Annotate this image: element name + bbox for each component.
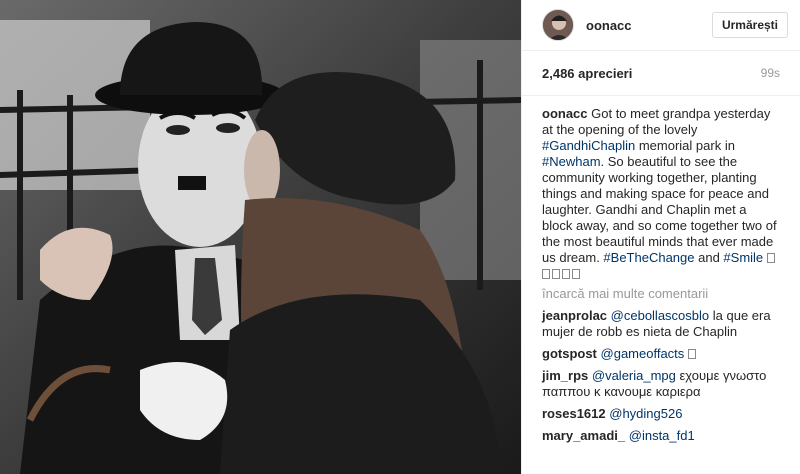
post-sidebar: oonacc Urmărești 2,486 aprecieri 99s oon… [521,0,800,474]
caption: oonacc Got to meet grandpa yesterday at … [542,106,780,282]
comment-mention[interactable]: @gameoffacts [601,346,685,361]
photo-illustration [0,0,521,474]
post-age[interactable]: 99s [761,66,780,80]
caption-text-3: . So beautiful to see the community work… [542,154,777,265]
comment-username[interactable]: roses1612 [542,406,606,421]
post-stats: 2,486 aprecieri 99s [522,51,800,96]
comment-username[interactable]: gotspost [542,346,597,361]
comment-username[interactable]: jim_rps [542,368,588,383]
comment-item: gotspost @gameoffacts [542,346,780,362]
comment-mention[interactable]: @hyding526 [609,406,682,421]
hashtag-link[interactable]: #Newham [542,154,601,169]
avatar[interactable] [542,9,574,41]
post-view: oonacc Urmărești 2,486 aprecieri 99s oon… [0,0,800,474]
caption-text-4: and [694,250,724,265]
hashtag-link[interactable]: #BeTheChange [603,250,694,265]
comment-mention[interactable]: @valeria_mpg [592,368,676,383]
post-photo[interactable] [0,0,521,474]
post-header: oonacc Urmărești [522,0,800,51]
likes-count[interactable]: 2,486 aprecieri [542,66,632,81]
comment-mention[interactable]: @insta_fd1 [629,428,695,443]
comment-item: mary_amadi_ @insta_fd1 [542,428,780,444]
comment-item: jim_rps @valeria_mpg εχουμε γνωστο παππο… [542,368,780,400]
comments-list: oonacc Got to meet grandpa yesterday at … [522,96,800,444]
post-username[interactable]: oonacc [586,18,712,33]
comment-mention[interactable]: @cebollascosblo [611,308,709,323]
hashtag-link[interactable]: #GandhiChaplin [542,138,635,153]
load-more-comments[interactable]: încarcă mai multe comentarii [542,286,780,302]
caption-username[interactable]: oonacc [542,106,588,121]
comment-username[interactable]: mary_amadi_ [542,428,625,443]
avatar-image [543,10,573,40]
comment-item: jeanprolac @cebollascosblo la que era mu… [542,308,780,340]
comment-item: roses1612 @hyding526 [542,406,780,422]
comment-username[interactable]: jeanprolac [542,308,607,323]
caption-text-2: memorial park in [635,138,735,153]
follow-button[interactable]: Urmărești [711,12,788,38]
hashtag-link[interactable]: #Smile [723,250,763,265]
emoji-placeholder [687,346,698,361]
